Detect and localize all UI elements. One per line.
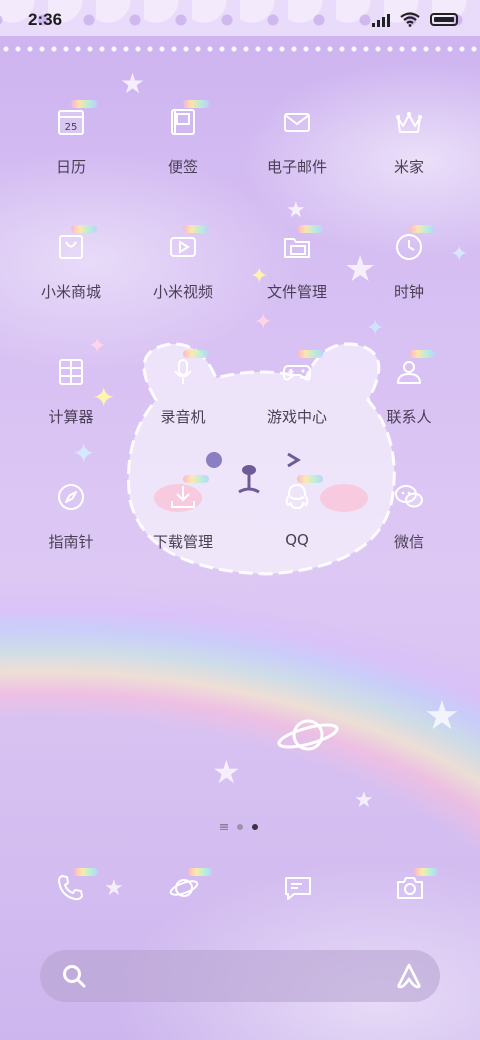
page-indicator[interactable]: [220, 824, 258, 830]
compass-icon: [49, 475, 93, 519]
crown-icon: [387, 100, 431, 144]
app-calculator[interactable]: 计算器: [16, 350, 126, 427]
status-time: 2:36: [28, 10, 63, 29]
search-bar[interactable]: [40, 950, 440, 1002]
app-label: 小米商城: [40, 283, 101, 301]
status-icons: [372, 12, 458, 27]
star-decoration: ★: [104, 876, 124, 901]
signal-icon: [372, 13, 390, 27]
status-bar: 2:36: [0, 0, 480, 40]
planet-decoration: [277, 719, 339, 751]
app-mijia[interactable]: 米家: [354, 100, 464, 177]
app-label: 联系人: [386, 408, 432, 426]
app-notes[interactable]: 便签: [128, 100, 238, 177]
app-file-manager[interactable]: 文件管理: [242, 225, 352, 302]
lace-beads: [0, 44, 480, 54]
notes-icon: [161, 100, 209, 144]
app-label: 文件管理: [266, 283, 327, 301]
star-decoration: ★: [424, 693, 460, 739]
app-compass[interactable]: 指南针: [16, 475, 126, 552]
calendar-icon: 25: [49, 100, 97, 144]
calculator-icon: [49, 350, 93, 394]
page-indicator-list: [220, 824, 228, 830]
app-wechat[interactable]: 微信: [354, 475, 464, 552]
page-dot-active: [252, 824, 258, 830]
app-clock[interactable]: 时钟: [354, 225, 464, 302]
search-icon[interactable]: [60, 962, 88, 990]
app-mi-video[interactable]: 小米视频: [128, 225, 238, 302]
download-icon: [161, 475, 209, 519]
dock-browser[interactable]: [162, 866, 212, 910]
shopping-bag-icon: [49, 225, 97, 269]
clock-icon: [387, 225, 435, 269]
calendar-day: 25: [65, 122, 78, 133]
page-dot: [237, 824, 243, 830]
app-contacts[interactable]: 联系人: [354, 350, 464, 427]
app-label: 米家: [393, 158, 424, 176]
sparkle-decoration: ✦: [72, 437, 96, 470]
message-icon: [285, 877, 311, 900]
qq-penguin-icon: [275, 475, 323, 519]
app-label: 电子邮件: [266, 158, 327, 176]
app-recorder[interactable]: 录音机: [128, 350, 238, 427]
planet-icon: [169, 879, 199, 897]
star-decoration: ★: [286, 198, 306, 223]
star-decoration: ★: [120, 67, 146, 100]
wechat-icon: [387, 475, 431, 519]
app-label: 录音机: [160, 408, 206, 426]
app-label: 小米视频: [152, 283, 213, 301]
dock-phone[interactable]: [48, 866, 98, 910]
battery-icon: [430, 13, 458, 26]
app-label: 时钟: [393, 283, 424, 301]
dock-camera[interactable]: [388, 866, 438, 910]
microphone-icon: [161, 350, 209, 394]
dock-messages[interactable]: [276, 866, 320, 910]
app-label: 便签: [167, 158, 198, 176]
folder-icon: [275, 225, 323, 269]
app-calendar[interactable]: 25 日历: [16, 100, 126, 177]
app-label: 日历: [55, 158, 86, 176]
app-downloads[interactable]: 下载管理: [128, 475, 238, 552]
video-icon: [161, 225, 209, 269]
app-game-center[interactable]: 游戏中心: [242, 350, 352, 427]
star-decoration: ★: [212, 753, 241, 791]
app-label: 下载管理: [152, 533, 213, 551]
app-label: 微信: [393, 533, 424, 551]
app-label: 指南针: [48, 533, 94, 551]
app-label: QQ: [285, 531, 309, 549]
app-mi-store[interactable]: 小米商城: [16, 225, 126, 302]
star-decoration: ★: [354, 788, 374, 813]
app-email[interactable]: 电子邮件: [242, 100, 352, 177]
phone-icon: [58, 875, 83, 901]
app-qq[interactable]: QQ: [242, 475, 352, 549]
wifi-icon: [400, 12, 420, 27]
app-label: 游戏中心: [266, 408, 327, 426]
assistant-icon[interactable]: [394, 961, 424, 991]
app-label: 计算器: [48, 408, 94, 426]
mail-icon: [275, 100, 319, 144]
gamepad-icon: [275, 350, 323, 394]
person-icon: [387, 350, 435, 394]
camera-icon: [397, 877, 423, 899]
